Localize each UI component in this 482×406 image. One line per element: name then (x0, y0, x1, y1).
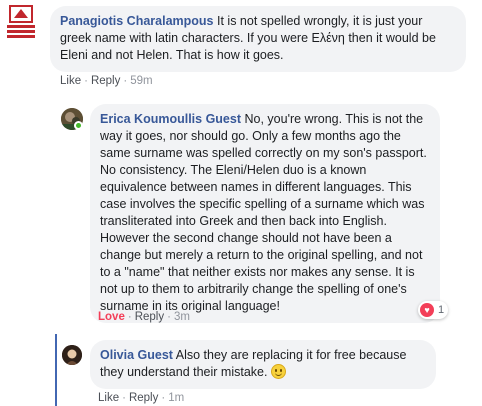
reply-link-2[interactable]: Reply (135, 311, 164, 323)
reply-link-3[interactable]: Reply (129, 392, 158, 404)
timestamp-3[interactable]: 1m (168, 392, 184, 404)
timestamp-2[interactable]: 3m (174, 311, 190, 323)
comment-author-2[interactable]: Erica Koumoullis Guest (100, 112, 241, 126)
comment-bubble-3: Olivia Guest Also they are replacing it … (90, 340, 436, 389)
avatar-olivia[interactable] (62, 345, 82, 365)
user-avatar-icon (62, 345, 82, 365)
reaction-summary[interactable]: ♥ 1 (418, 301, 448, 319)
like-link-3[interactable]: Like (98, 392, 119, 404)
online-status-dot (74, 121, 83, 130)
avatar-panagiotis[interactable] (4, 4, 38, 42)
organization-logo-icon (7, 5, 35, 38)
heart-reaction-icon: ♥ (420, 303, 434, 317)
timestamp-1[interactable]: 59m (130, 75, 152, 87)
comment-actions-2: Love · Reply · 3m (98, 311, 190, 323)
reaction-count: 1 (438, 304, 445, 316)
comment-actions-3: Like · Reply · 1m (98, 392, 185, 404)
comment-bubble-1: Panagiotis Charalampous It is not spelle… (50, 6, 466, 72)
love-link-2[interactable]: Love (98, 311, 125, 323)
like-link-1[interactable]: Like (60, 75, 81, 87)
reply-thread-line (55, 334, 57, 406)
reply-link-1[interactable]: Reply (91, 75, 120, 87)
comment-author-1[interactable]: Panagiotis Charalampous (60, 14, 214, 28)
comment-text-2: No, you're wrong. This is not the way it… (100, 112, 427, 313)
smiley-emoji-icon (270, 364, 286, 379)
comment-author-3[interactable]: Olivia Guest (100, 348, 173, 362)
comment-bubble-2: Erica Koumoullis Guest No, you're wrong.… (90, 104, 440, 323)
comment-actions-1: Like · Reply · 59m (60, 75, 153, 87)
